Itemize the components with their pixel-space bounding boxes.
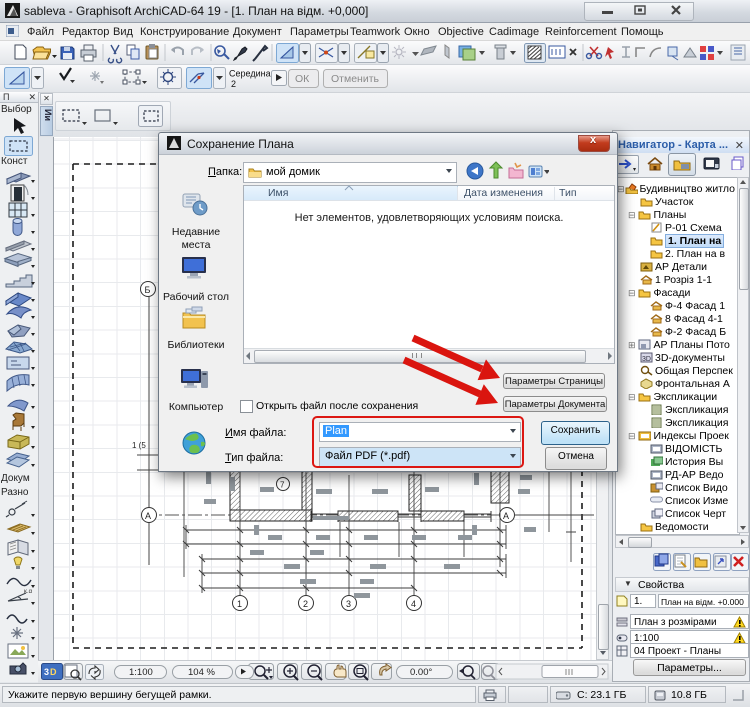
svg-text:D: D (50, 667, 57, 677)
svg-text:2: 2 (303, 599, 308, 609)
svg-text:Отменить: Отменить (331, 73, 380, 85)
svg-text:ОК: ОК (295, 73, 310, 85)
svg-text:А: А (145, 511, 151, 521)
svg-text:7: 7 (280, 481, 285, 490)
svg-text:104 %: 104 % (188, 667, 215, 678)
svg-text:3D: 3D (642, 356, 651, 363)
svg-text:Середина: Середина (229, 69, 271, 79)
svg-text:1 (5: 1 (5 (132, 441, 146, 450)
svg-text:0.00°: 0.00° (410, 667, 432, 678)
svg-text:4: 4 (411, 599, 416, 609)
svg-text:3: 3 (44, 667, 49, 677)
svg-text:1: 1 (237, 599, 242, 609)
svg-text:κ.α: κ.α (24, 589, 33, 595)
svg-text:А: А (503, 511, 509, 521)
svg-text:Б: Б (145, 285, 151, 295)
svg-text:2: 2 (231, 79, 236, 89)
svg-text:1:100: 1:100 (129, 667, 153, 678)
svg-text:3: 3 (346, 599, 351, 609)
